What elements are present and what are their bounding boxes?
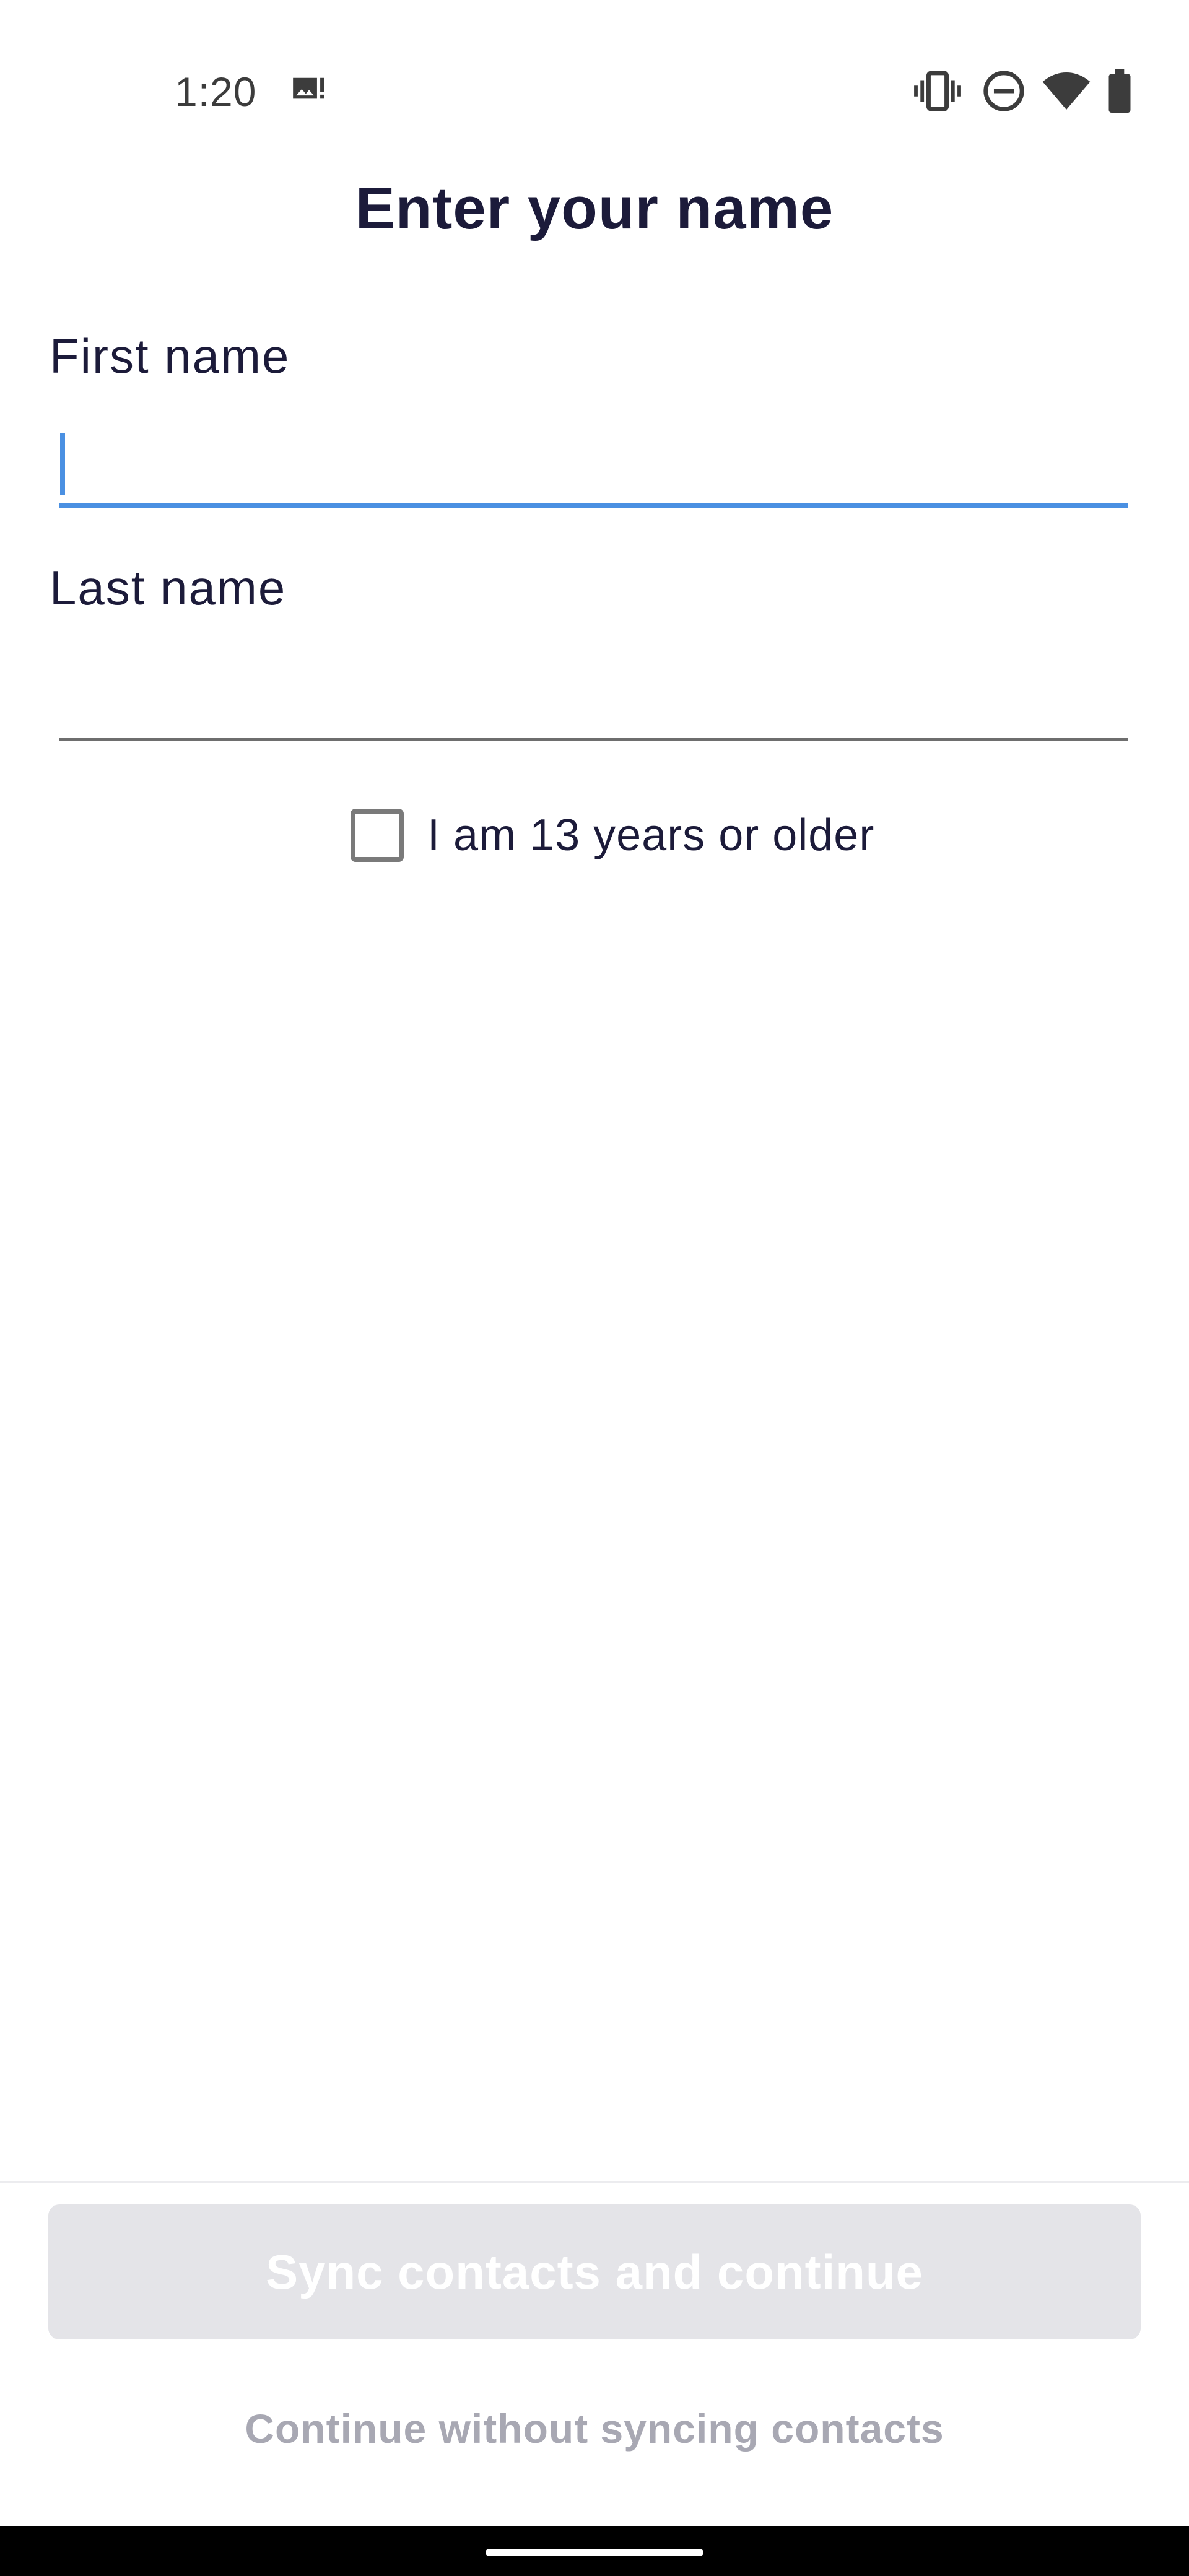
age-confirmation-label[interactable]: I am 13 years or older (427, 810, 874, 861)
last-name-label: Last name (50, 560, 287, 615)
onboarding-name-screen: 1:20 Enter your name First name Last nam… (0, 0, 1189, 2576)
page-title: Enter your name (355, 175, 834, 242)
home-gesture-handle[interactable] (486, 2549, 703, 2556)
wifi-icon (1042, 72, 1091, 110)
first-name-label: First name (50, 329, 290, 383)
photo-alert-icon (293, 77, 324, 99)
status-bar: 1:20 (0, 0, 1189, 124)
last-name-input[interactable] (59, 660, 1128, 741)
continue-without-sync-link[interactable]: Continue without syncing contacts (0, 2405, 1189, 2452)
status-time: 1:20 (175, 69, 257, 115)
battery-icon (1108, 69, 1131, 113)
text-cursor (60, 433, 65, 495)
first-name-input[interactable] (59, 427, 1128, 508)
navigation-bar (0, 2526, 1189, 2576)
age-confirmation-checkbox[interactable] (351, 809, 404, 862)
footer-divider (0, 2181, 1189, 2183)
sync-contacts-button[interactable]: Sync contacts and continue (48, 2204, 1141, 2339)
age-confirmation-row[interactable]: I am 13 years or older (351, 809, 874, 862)
do-not-disturb-icon (983, 71, 1024, 111)
vibrate-icon (914, 71, 961, 111)
